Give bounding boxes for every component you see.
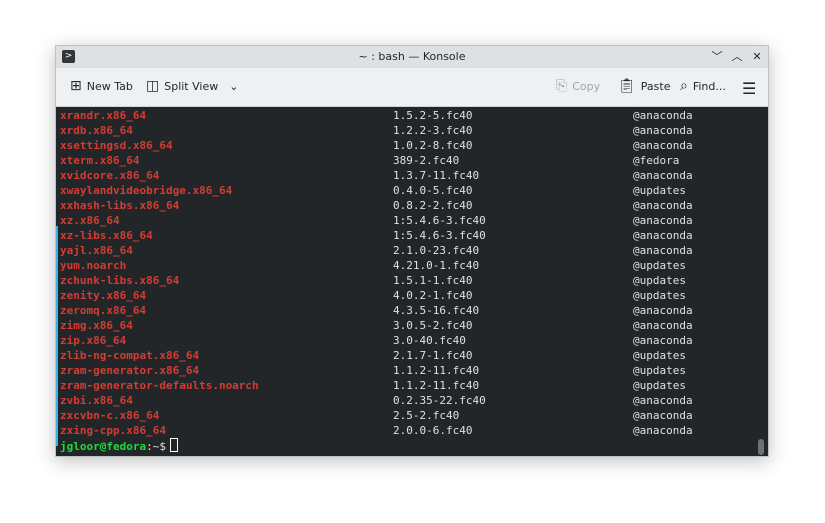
package-version: 1.5.1-1.fc40 [393,274,473,287]
package-repo: @anaconda [633,124,693,137]
find-button[interactable]: ⌕ Find... [680,79,726,93]
package-version: 2.5-2.fc40 [393,409,460,422]
package-name: xterm.x86_64 [60,154,140,167]
package-repo: @anaconda [633,319,693,332]
package-version: 0.4.0-5.fc40 [393,184,473,197]
package-repo: @anaconda [633,169,693,182]
prompt-user-host: jgloor@fedora [60,440,147,453]
prompt-line: jgloor@fedora:~$ [60,438,178,453]
package-repo: @anaconda [633,229,693,242]
package-repo: @updates [633,274,686,287]
package-name: xrandr.x86_64 [60,109,147,122]
split-view-icon: ◫ [146,78,160,94]
package-version: 4.21.0-1.fc40 [393,259,480,272]
package-name: zram-generator-defaults.noarch [60,379,259,392]
konsole-window: > ~ : bash — Konsole ﹀ ︿ ✕ ⊞ New Tab ◫ Spl… [55,45,769,457]
package-repo: @updates [633,259,686,272]
package-name: zenity.x86_64 [60,289,147,302]
package-name: zvbi.x86_64 [60,394,133,407]
scroll-marker [56,226,58,446]
package-repo: @fedora [633,154,680,167]
toolbar: ⊞ New Tab ◫ Split View ⌄ ⎘ Copy 📋︎ Paste ⌕ Fin… [56,68,768,107]
package-repo: @anaconda [633,304,693,317]
package-name: zxcvbn-c.x86_64 [60,409,160,422]
package-version: 1.1.2-11.fc40 [393,379,480,392]
package-version: 3.0-40.fc40 [393,334,466,347]
package-repo: @anaconda [633,109,693,122]
new-tab-icon: ⊞ [70,78,82,94]
package-name: zeromq.x86_64 [60,304,147,317]
package-name: xz-libs.x86_64 [60,229,153,242]
package-repo: @updates [633,349,686,362]
hamburger-menu-icon[interactable]: ☰ [742,79,756,98]
package-version: 1:5.4.6-3.fc40 [393,214,486,227]
package-repo: @updates [633,364,686,377]
split-view-label: Split View [164,79,219,93]
package-version: 1.1.2-11.fc40 [393,364,480,377]
package-repo: @anaconda [633,244,693,257]
window-title: ~ : bash — Konsole [358,50,466,63]
package-repo: @updates [633,379,686,392]
package-version: 1.0.2-8.fc40 [393,139,473,152]
package-name: zip.x86_64 [60,334,127,347]
package-name: xvidcore.x86_64 [60,169,160,182]
package-name: yajl.x86_64 [60,244,133,257]
maximize-icon[interactable]: ︿ [729,49,745,65]
package-version: 1.5.2-5.fc40 [393,109,473,122]
search-icon: ⌕ [680,78,688,94]
package-repo: @anaconda [633,214,693,227]
find-label: Find... [692,79,726,93]
package-name: zxing-cpp.x86_64 [60,424,166,437]
package-name: xwaylandvideobridge.x86_64 [60,184,233,197]
package-repo: @anaconda [633,394,693,407]
package-repo: @anaconda [633,424,693,437]
package-repo: @anaconda [633,409,693,422]
copy-label: Copy [572,79,601,93]
package-name: zlib-ng-compat.x86_64 [60,349,200,362]
paste-icon: 📋︎ [618,78,636,94]
package-name: xxhash-libs.x86_64 [60,199,180,212]
copy-button[interactable]: ⎘ Copy [556,79,600,93]
package-name: xsettingsd.x86_64 [60,139,173,152]
package-version: 3.0.5-2.fc40 [393,319,473,332]
package-version: 4.0.2-1.fc40 [393,289,473,302]
scrollbar[interactable] [758,439,764,455]
package-version: 2.0.0-6.fc40 [393,424,473,437]
split-view-button[interactable]: ◫ Split View ⌄ [146,79,238,93]
close-icon[interactable]: ✕ [749,49,765,65]
text-cursor [169,438,178,452]
package-name: zram-generator.x86_64 [60,364,200,377]
package-repo: @anaconda [633,139,693,152]
package-name: zchunk-libs.x86_64 [60,274,180,287]
package-version: 2.1.7-1.fc40 [393,349,473,362]
copy-icon: ⎘ [556,78,568,94]
terminal-output[interactable]: jgloor@fedora:~$ xrandr.x86_64 1.5.2-5.fc… [56,106,768,457]
package-version: 1.2.2-3.fc40 [393,124,473,137]
package-name: yum.noarch [60,259,127,272]
minimize-icon[interactable]: ﹀ [709,49,725,65]
package-repo: @updates [633,184,686,197]
package-version: 4.3.5-16.fc40 [393,304,480,317]
prompt-path: :~$ [146,440,166,453]
title-bar: > ~ : bash — Konsole ﹀ ︿ ✕ [56,46,768,68]
package-version: 0.2.35-22.fc40 [393,394,486,407]
chevron-down-icon: ⌄ [229,79,239,93]
package-version: 389-2.fc40 [393,154,460,167]
package-version: 1:5.4.6-3.fc40 [393,229,486,242]
paste-label: Paste [640,79,671,93]
paste-button[interactable]: 📋︎ Paste [618,79,670,93]
package-name: xrdb.x86_64 [60,124,133,137]
package-repo: @updates [633,289,686,302]
package-name: xz.x86_64 [60,214,120,227]
package-version: 1.3.7-11.fc40 [393,169,480,182]
package-repo: @anaconda [633,199,693,212]
package-repo: @anaconda [633,334,693,347]
package-version: 0.8.2-2.fc40 [393,199,473,212]
package-name: zimg.x86_64 [60,319,133,332]
package-version: 2.1.0-23.fc40 [393,244,480,257]
new-tab-button[interactable]: ⊞ New Tab [70,79,133,93]
new-tab-label: New Tab [86,79,133,93]
